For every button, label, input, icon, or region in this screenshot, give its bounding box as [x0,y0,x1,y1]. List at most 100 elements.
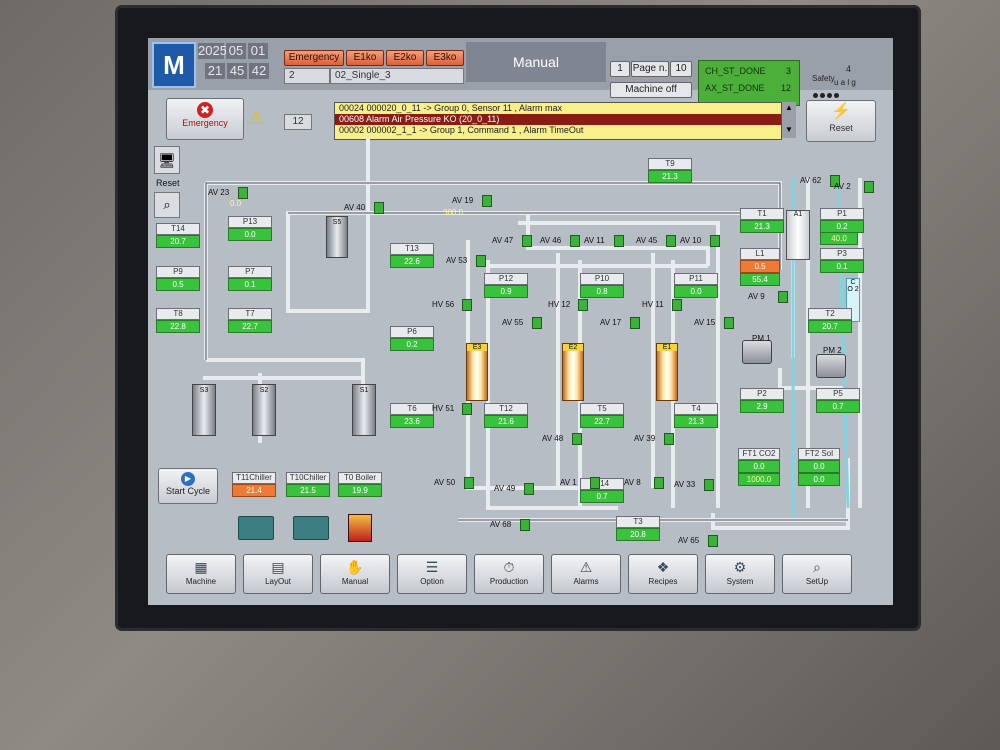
valve-av15[interactable] [724,317,734,329]
valve-av50[interactable] [464,477,474,489]
nav-setup-button[interactable]: ⌕ SetUp [782,554,852,594]
tag-p1[interactable]: P1 0.2 [820,208,864,233]
machine-icon: ▦ [194,559,208,575]
start-cycle-label: Start Cycle [165,486,210,496]
tag-p7[interactable]: P7 0.1 [228,266,272,291]
tag-t8[interactable]: T8 22.8 [156,308,200,333]
production-icon: ⏱ [503,559,515,575]
nav-label: Manual [341,577,369,586]
tag-t13[interactable]: T13 22.6 [390,243,434,268]
tag-p13[interactable]: P13 0.0 [228,216,272,241]
tag-p9[interactable]: P9 0.5 [156,266,200,291]
tag-p12[interactable]: P12 0.9 [484,273,528,298]
reactor-e2: E2 [562,343,584,401]
tag-value: 23.6 [390,415,434,428]
valve-av46[interactable] [570,235,580,247]
tag-id-label: T5 [580,403,624,415]
p1-sub-value: 40.0 [820,232,858,245]
tag-t6[interactable]: T6 23.6 [390,403,434,428]
tag-id-label: T12 [484,403,528,415]
valve-av45[interactable] [666,235,676,247]
tag-value: 20.7 [156,235,200,248]
valve-av10[interactable] [710,235,720,247]
valve-label-av40: AV 40 [344,203,366,212]
flow-meter-sol: FT2 Sol 0.0 0.0 [798,448,840,486]
valve-label-av39: AV 39 [634,434,656,443]
tag-id-label: T6 [390,403,434,415]
valve-av17[interactable] [630,317,640,329]
vessel-s3: S3 [192,384,216,436]
nav-label: Production [489,577,529,586]
valve-av23[interactable] [238,187,248,199]
nav-alarms-button[interactable]: ⚠ Alarms [551,554,621,594]
boiler-image [348,514,372,542]
valve-label-av68: AV 68 [490,520,512,529]
tag-p2[interactable]: P2 2.9 [740,388,784,413]
valve-av47[interactable] [522,235,532,247]
valve-label-av1: AV 1 [560,478,577,487]
valve-av1[interactable] [590,477,600,489]
nav-recipes-button[interactable]: ❖ Recipes [628,554,698,594]
tag-p5[interactable]: P5 0.7 [816,388,860,413]
tag-p14[interactable]: P14 0.7 [580,478,624,503]
nav-layout-button[interactable]: ▤ LayOut [243,554,313,594]
valve-av8[interactable] [654,477,664,489]
valve-hv12[interactable] [578,299,588,311]
valve-av2[interactable] [864,181,874,193]
tag-t5[interactable]: T5 22.7 [580,403,624,428]
tag-p3[interactable]: P3 0.1 [820,248,864,273]
tag-p11[interactable]: P11 0.0 [674,273,718,298]
valve-av9[interactable] [778,291,788,303]
tag-t12[interactable]: T12 21.6 [484,403,528,428]
start-cycle-button[interactable]: ▶ Start Cycle [158,468,218,504]
utility-t0-boiler: T0 Boiler 19.9 [338,472,382,497]
tag-p6[interactable]: P6 0.2 [390,326,434,351]
tag-id-label: T3 [616,516,660,528]
chiller-2-image [293,516,329,540]
alarm-icon: ⚠ [579,559,593,575]
valve-av19[interactable] [482,195,492,207]
tag-t14[interactable]: T14 20.7 [156,223,200,248]
valve-label-av46: AV 46 [540,236,562,245]
nav-label: SetUp [805,577,829,586]
tag-t4[interactable]: T4 21.3 [674,403,718,428]
tag-t1[interactable]: T1 21.3 [740,208,784,233]
valve-av11[interactable] [614,235,624,247]
valve-label-av11: AV 11 [584,236,605,245]
tag-value: 0.0 [674,285,718,298]
valve-av68[interactable] [520,519,530,531]
nav-label: LayOut [265,577,291,586]
valve-av53[interactable] [476,255,486,267]
tag-p10[interactable]: P10 0.8 [580,273,624,298]
nav-production-button[interactable]: ⏱ Production [474,554,544,594]
vessel-s1: S1 [352,384,376,436]
valve-hv56[interactable] [462,299,472,311]
tag-value: 0.7 [816,400,860,413]
nav-machine-button[interactable]: ▦ Machine [166,554,236,594]
valve-label-av23: AV 23 [208,188,230,197]
valve-av49[interactable] [524,483,534,495]
nav-manual-button[interactable]: ✋ Manual [320,554,390,594]
nav-option-button[interactable]: ☰ Option [397,554,467,594]
valve-av55[interactable] [532,317,542,329]
tag-value: 22.6 [390,255,434,268]
tag-t2[interactable]: T2 20.7 [808,308,852,333]
valve-hv51[interactable] [462,403,472,415]
valve-av40[interactable] [374,202,384,214]
valve-av39[interactable] [664,433,674,445]
nav-system-button[interactable]: ⚙ System [705,554,775,594]
tag-t3[interactable]: T3 20.8 [616,516,660,541]
tag-value: 20.8 [616,528,660,541]
valve-av65[interactable] [708,535,718,547]
tag-t7[interactable]: T7 22.7 [228,308,272,333]
valve-av33[interactable] [704,479,714,491]
nav-label: Alarms [573,577,599,586]
valve-av48[interactable] [572,433,582,445]
hmi-screen: M 2025 05 01 21 45 42 Emergency E1ko E2k… [148,38,893,605]
tag-t9[interactable]: T9 21.3 [648,158,692,183]
valve-hv11[interactable] [672,299,682,311]
valve-label-av8: AV 8 [624,478,641,487]
vessel-s5: S5 [326,216,348,258]
tag-value: 21.3 [674,415,718,428]
play-icon: ▶ [181,472,195,486]
